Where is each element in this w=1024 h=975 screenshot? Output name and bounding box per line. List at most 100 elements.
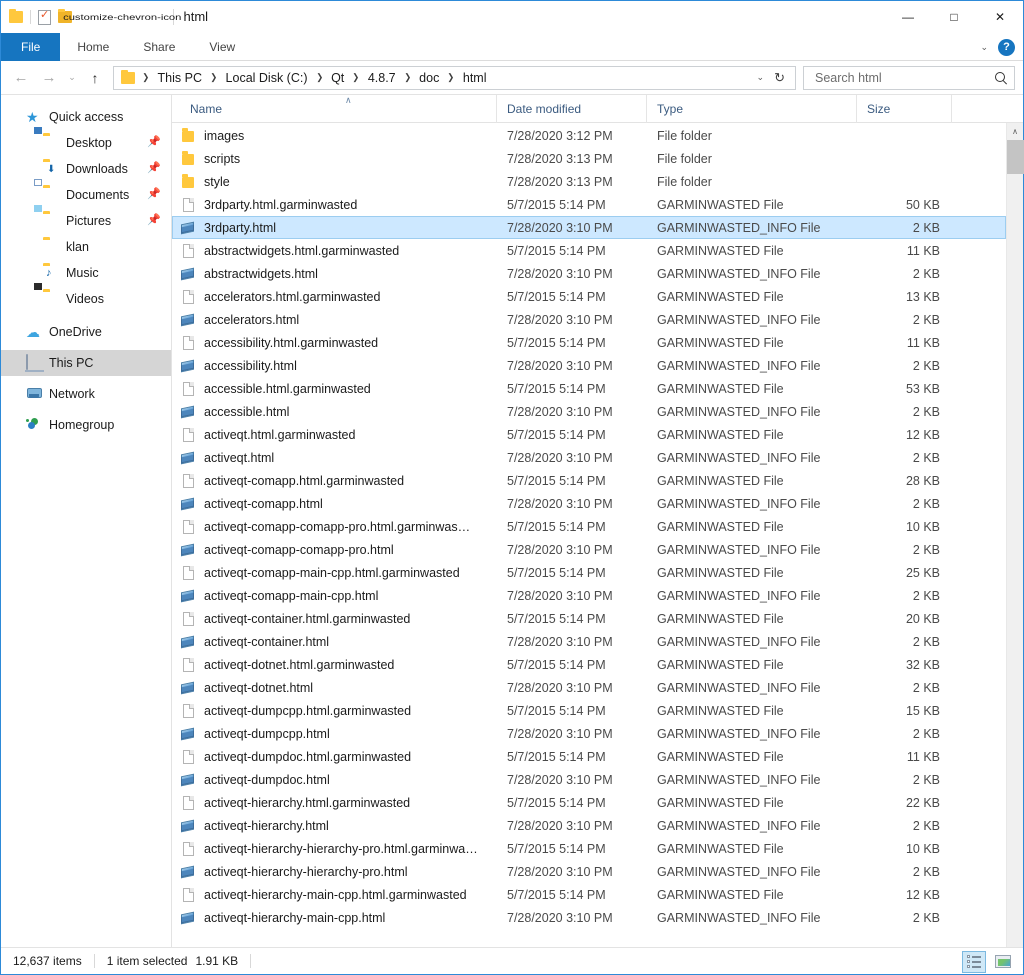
sidebar-item-pictures[interactable]: Pictures 📌	[1, 208, 171, 234]
folder-pictures-icon	[43, 213, 59, 229]
refresh-icon[interactable]: ↻	[770, 70, 789, 86]
sidebar-item-onedrive[interactable]: ☁ OneDrive	[1, 319, 171, 345]
table-row[interactable]: activeqt-container.html7/28/2020 3:10 PM…	[172, 630, 1006, 653]
back-button[interactable]: ←	[7, 65, 35, 91]
pin-icon[interactable]: 📌	[147, 163, 158, 174]
blue-file-icon	[180, 404, 196, 420]
file-size-cell: 2 KB	[857, 267, 952, 281]
scrollbar-thumb[interactable]	[1007, 140, 1024, 174]
tab-view[interactable]: View	[192, 33, 252, 61]
tab-home[interactable]: Home	[60, 33, 126, 61]
table-row[interactable]: activeqt-hierarchy.html7/28/2020 3:10 PM…	[172, 814, 1006, 837]
search-icon[interactable]	[994, 71, 1008, 85]
sidebar-item-homegroup[interactable]: Homegroup	[1, 412, 171, 438]
table-row[interactable]: images7/28/2020 3:12 PMFile folder	[172, 124, 1006, 147]
column-header-date-modified[interactable]: Date modified	[497, 95, 647, 123]
table-row[interactable]: activeqt-hierarchy-main-cpp.html7/28/202…	[172, 906, 1006, 929]
scroll-up-icon[interactable]: ∧	[1007, 123, 1023, 140]
pin-icon[interactable]: 📌	[147, 137, 158, 148]
tab-share[interactable]: Share	[126, 33, 192, 61]
column-headers: Name ∧ Date modified Type Size	[172, 95, 1023, 123]
table-row[interactable]: activeqt.html7/28/2020 3:10 PMGARMINWAST…	[172, 446, 1006, 469]
maximize-button[interactable]: □	[931, 1, 977, 33]
sidebar-item-this-pc[interactable]: This PC	[1, 350, 171, 376]
breadcrumb-item-local-disk[interactable]: Local Disk (C:)	[223, 67, 311, 89]
vertical-scrollbar[interactable]: ∧	[1006, 123, 1023, 947]
column-header-type[interactable]: Type	[647, 95, 857, 123]
table-row[interactable]: activeqt-dumpdoc.html.garminwasted5/7/20…	[172, 745, 1006, 768]
table-row[interactable]: scripts7/28/2020 3:13 PMFile folder	[172, 147, 1006, 170]
pin-icon[interactable]: 📌	[147, 215, 158, 226]
recent-locations-button[interactable]: ⌄	[63, 65, 81, 91]
expand-ribbon-chevron-icon[interactable]: ⌄	[972, 42, 996, 53]
large-icons-view-button[interactable]	[991, 951, 1015, 973]
breadcrumb-dropdown-icon[interactable]: ⌄	[751, 72, 771, 83]
details-view-button[interactable]	[962, 951, 986, 973]
table-row[interactable]: accelerators.html7/28/2020 3:10 PMGARMIN…	[172, 308, 1006, 331]
pin-icon[interactable]: 📌	[147, 189, 158, 200]
sidebar-item-quick-access[interactable]: ★ Quick access	[1, 104, 171, 130]
table-row[interactable]: activeqt-comapp.html.garminwasted5/7/201…	[172, 469, 1006, 492]
properties-icon[interactable]	[38, 10, 51, 25]
search-input[interactable]	[813, 68, 994, 88]
details-view-icon	[967, 955, 982, 968]
file-rows[interactable]: images7/28/2020 3:12 PMFile folderscript…	[172, 123, 1006, 947]
sidebar-item-music[interactable]: ♪ Music	[1, 260, 171, 286]
help-icon[interactable]: ?	[998, 39, 1015, 56]
table-row[interactable]: activeqt-dumpcpp.html7/28/2020 3:10 PMGA…	[172, 722, 1006, 745]
table-row[interactable]: 3rdparty.html7/28/2020 3:10 PMGARMINWAST…	[172, 216, 1006, 239]
scrollbar-track[interactable]	[1007, 140, 1023, 947]
search-box[interactable]	[803, 66, 1015, 90]
table-row[interactable]: accessibility.html7/28/2020 3:10 PMGARMI…	[172, 354, 1006, 377]
breadcrumb-item-qt[interactable]: Qt	[328, 67, 347, 89]
table-row[interactable]: accelerators.html.garminwasted5/7/2015 5…	[172, 285, 1006, 308]
breadcrumb-item-version[interactable]: 4.8.7	[365, 67, 399, 89]
close-button[interactable]: ✕	[977, 1, 1023, 33]
breadcrumb-item-this-pc[interactable]: This PC	[155, 67, 205, 89]
table-row[interactable]: activeqt-comapp.html7/28/2020 3:10 PMGAR…	[172, 492, 1006, 515]
sidebar-item-downloads[interactable]: ⬇ Downloads 📌	[1, 156, 171, 182]
breadcrumb-item-doc[interactable]: doc	[416, 67, 442, 89]
column-header-name[interactable]: Name ∧	[180, 95, 497, 123]
explorer-folder-icon[interactable]	[9, 11, 23, 23]
table-row[interactable]: activeqt-dumpdoc.html7/28/2020 3:10 PMGA…	[172, 768, 1006, 791]
file-name-label: 3rdparty.html.garminwasted	[204, 198, 357, 212]
up-button[interactable]: ↑	[81, 65, 109, 91]
minimize-button[interactable]: —	[885, 1, 931, 33]
table-row[interactable]: activeqt-comapp-main-cpp.html.garminwast…	[172, 561, 1006, 584]
column-header-size[interactable]: Size	[857, 95, 952, 123]
sidebar-item-network[interactable]: Network	[1, 381, 171, 407]
table-row[interactable]: activeqt-comapp-comapp-pro.html.garminwa…	[172, 515, 1006, 538]
table-row[interactable]: style7/28/2020 3:13 PMFile folder	[172, 170, 1006, 193]
table-row[interactable]: activeqt.html.garminwasted5/7/2015 5:14 …	[172, 423, 1006, 446]
table-row[interactable]: activeqt-comapp-main-cpp.html7/28/2020 3…	[172, 584, 1006, 607]
table-row[interactable]: 3rdparty.html.garminwasted5/7/2015 5:14 …	[172, 193, 1006, 216]
sidebar-item-documents[interactable]: Documents 📌	[1, 182, 171, 208]
forward-button[interactable]: →	[35, 65, 63, 91]
folder-icon	[180, 174, 196, 190]
table-row[interactable]: activeqt-comapp-comapp-pro.html7/28/2020…	[172, 538, 1006, 561]
file-size-cell: 2 KB	[857, 313, 952, 327]
chevron-down-icon[interactable]: customize-chevron-icon	[63, 13, 181, 22]
table-row[interactable]: activeqt-dumpcpp.html.garminwasted5/7/20…	[172, 699, 1006, 722]
table-row[interactable]: accessible.html7/28/2020 3:10 PMGARMINWA…	[172, 400, 1006, 423]
sidebar-item-desktop[interactable]: Desktop 📌	[1, 130, 171, 156]
tab-file[interactable]: File	[1, 33, 60, 61]
table-row[interactable]: accessible.html.garminwasted5/7/2015 5:1…	[172, 377, 1006, 400]
table-row[interactable]: abstractwidgets.html7/28/2020 3:10 PMGAR…	[172, 262, 1006, 285]
breadcrumb[interactable]: ❯ This PC ❯ Local Disk (C:) ❯ Qt ❯ 4.8.7…	[113, 66, 796, 90]
sidebar-item-klan[interactable]: klan	[1, 234, 171, 260]
table-row[interactable]: activeqt-dotnet.html.garminwasted5/7/201…	[172, 653, 1006, 676]
table-row[interactable]: activeqt-dotnet.html7/28/2020 3:10 PMGAR…	[172, 676, 1006, 699]
breadcrumb-item-html[interactable]: html	[460, 67, 490, 89]
table-row[interactable]: activeqt-container.html.garminwasted5/7/…	[172, 607, 1006, 630]
table-row[interactable]: activeqt-hierarchy.html.garminwasted5/7/…	[172, 791, 1006, 814]
table-row[interactable]: activeqt-hierarchy-main-cpp.html.garminw…	[172, 883, 1006, 906]
table-row[interactable]: activeqt-hierarchy-hierarchy-pro.html7/2…	[172, 860, 1006, 883]
file-size-cell: 11 KB	[857, 750, 952, 764]
table-row[interactable]: accessibility.html.garminwasted5/7/2015 …	[172, 331, 1006, 354]
navigation-pane[interactable]: ★ Quick access Desktop 📌 ⬇ Downloads 📌 D…	[1, 95, 172, 947]
sidebar-item-videos[interactable]: Videos	[1, 286, 171, 312]
table-row[interactable]: activeqt-hierarchy-hierarchy-pro.html.ga…	[172, 837, 1006, 860]
table-row[interactable]: abstractwidgets.html.garminwasted5/7/201…	[172, 239, 1006, 262]
